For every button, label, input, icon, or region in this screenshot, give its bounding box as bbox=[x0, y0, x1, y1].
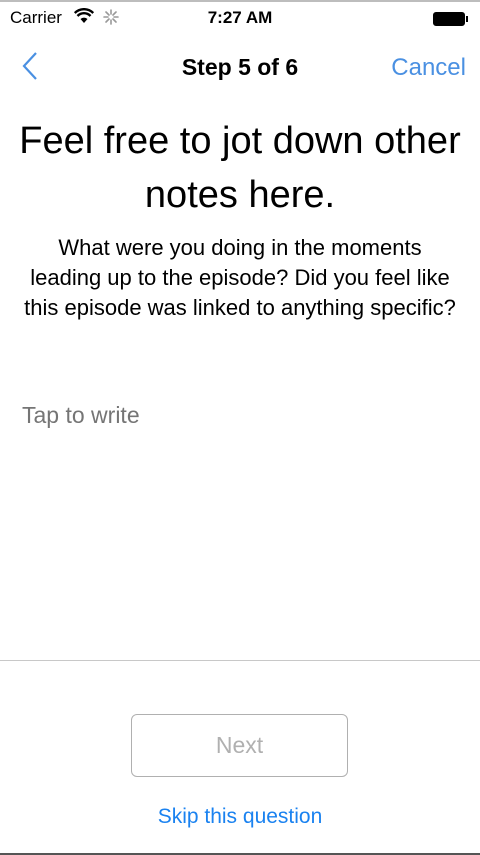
question-text: What were you doing in the moments leadi… bbox=[24, 235, 456, 320]
cancel-button[interactable]: Cancel bbox=[391, 54, 466, 82]
navigation-bar: Step 5 of 6 Cancel bbox=[0, 42, 480, 92]
battery-icon bbox=[433, 12, 468, 26]
status-bar: Carrier 7:27 AM bbox=[0, 2, 480, 36]
skip-question-link[interactable]: Skip this question bbox=[0, 805, 480, 829]
divider bbox=[0, 660, 480, 661]
status-time: 7:27 AM bbox=[207, 8, 273, 27]
page-title: Feel free to jot down other notes here. bbox=[19, 120, 461, 216]
notes-input[interactable] bbox=[22, 402, 458, 642]
next-button[interactable]: Next bbox=[131, 714, 348, 777]
